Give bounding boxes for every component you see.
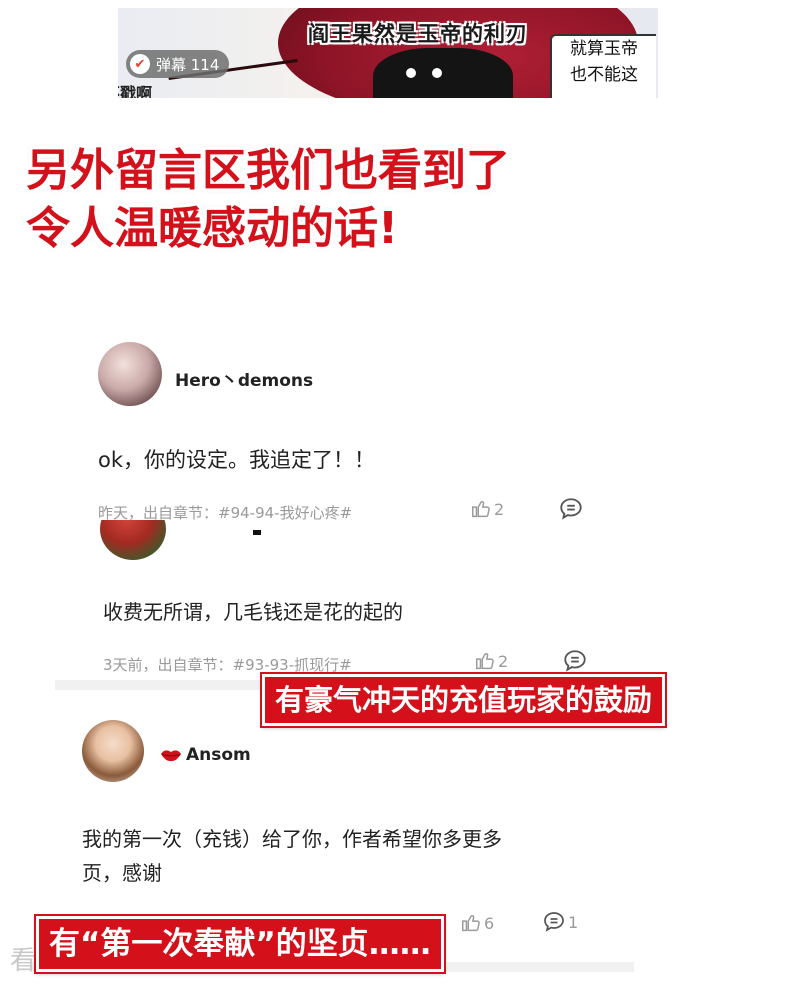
comment-bubble-icon [544, 912, 564, 932]
lips-icon [161, 750, 181, 762]
speech-bubble-line: 就算玉帝 [570, 39, 638, 59]
danmu-toggle[interactable]: ✔ 弹幕 114 [126, 50, 230, 78]
comment-text: 我的第一次（充钱）给了你，作者希望你多更多 页，感谢 [82, 822, 502, 890]
comment-meta: 3天前，出自章节：#93-93-抓现行# [103, 656, 352, 674]
comment-username[interactable]: Hero丶demons [175, 366, 313, 391]
headline-banner: 另外留言区我们也看到了 令人温暖感动的话! [26, 142, 510, 258]
like-count: 2 [498, 651, 509, 671]
like-count: 6 [484, 913, 495, 933]
comic-eye-art [432, 68, 442, 78]
thumbs-up-icon [472, 501, 490, 518]
comic-eye-art [406, 68, 416, 78]
comment-bubble-icon[interactable] [562, 648, 588, 674]
username-label: Ansom [186, 745, 251, 765]
like-button[interactable]: 2 [474, 650, 508, 672]
username-fragment [253, 530, 261, 535]
comment-meta: 昨天，出自章节：#94-94-我好心疼# [98, 504, 353, 522]
comment-username[interactable]: Ansom [160, 745, 251, 765]
comment-text-line: 页，感谢 [82, 861, 162, 885]
like-count: 2 [494, 499, 505, 519]
reply-button[interactable]: 1 [542, 910, 578, 934]
thumbs-up-icon [462, 915, 480, 932]
like-button[interactable]: 2 [470, 498, 504, 520]
thumbs-up-icon [476, 653, 494, 670]
like-button[interactable]: 6 [460, 912, 494, 934]
comment-text-line: 我的第一次（充钱）给了你，作者希望你多更多 [82, 827, 502, 851]
danmu-label: 弹幕 114 [156, 55, 220, 74]
danmu-text-fragment: 不戳啊 [118, 84, 153, 98]
comment-text: ok，你的设定。我追定了！！ [98, 448, 376, 472]
avatar[interactable] [98, 342, 162, 406]
comic-panel: 阎王果然是玉帝的利刃 就算玉帝 也不能这 ✔ 弹幕 114 不戳啊 [118, 8, 658, 98]
check-icon: ✔ [130, 54, 150, 74]
comment-bubble-icon[interactable] [558, 496, 584, 522]
recharge-banner: 有豪气冲天的充值玩家的鼓励 [259, 672, 668, 728]
comment-text: 收费无所谓，几毛钱还是花的起的 [103, 600, 403, 624]
reply-count: 1 [568, 912, 579, 932]
first-time-banner: 有“第一次奉献”的坚贞…… [34, 914, 446, 974]
headline-line: 令人温暖感动的话! [26, 203, 399, 254]
speech-bubble: 就算玉帝 也不能这 [550, 34, 656, 98]
headline-line: 另外留言区我们也看到了 [26, 145, 510, 196]
comic-caption: 阎王果然是玉帝的利刃 [308, 22, 528, 46]
avatar[interactable] [82, 720, 144, 782]
speech-bubble-line: 也不能这 [570, 65, 638, 85]
comic-face-art [373, 48, 513, 98]
